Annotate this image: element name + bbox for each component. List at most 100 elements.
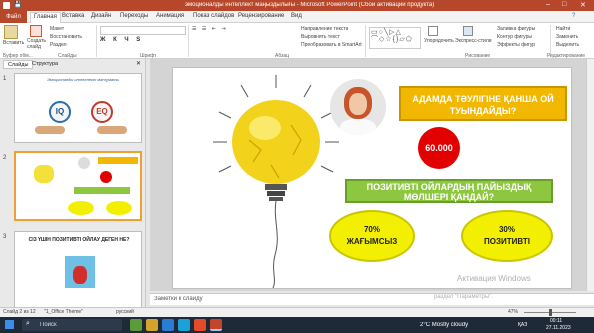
windows-start-icon[interactable]: [5, 320, 14, 329]
question-box-1[interactable]: АДАМДА ТӘУЛІГІНЕ ҚАНША ОЙ ТУЫНДАЙДЫ?: [399, 86, 567, 121]
hand-image: [35, 126, 65, 134]
slides-pane: Слайды Структура ✕ 1 Эмоционалды интелле…: [0, 59, 146, 309]
thumb-title: СІЗ ҮШІН ПОЗИТИВТІ ОЙЛАУ ДЕГЕН НЕ?: [28, 237, 130, 243]
tab-file[interactable]: Файл: [0, 11, 27, 23]
slide-canvas[interactable]: АДАМДА ТӘУЛІГІНЕ ҚАНША ОЙ ТУЫНДАЙДЫ? 60.…: [172, 67, 572, 289]
minimize-icon[interactable]: –: [546, 1, 550, 8]
ribbon-tabs: Файл Главная Вставка Дизайн Переходы Ани…: [0, 11, 594, 23]
close-pane-icon[interactable]: ✕: [136, 60, 141, 67]
tab-view[interactable]: Вид: [291, 13, 302, 19]
font-name-field[interactable]: [100, 26, 186, 35]
replace-button[interactable]: Заменить: [556, 34, 578, 40]
input-language[interactable]: ҚАЗ: [518, 322, 527, 328]
align-text-button[interactable]: Выровнять текст: [301, 34, 340, 40]
thumb-image: [65, 256, 95, 288]
tab-home[interactable]: Главная: [30, 12, 61, 23]
thumb-question-2: [74, 187, 130, 194]
activation-watermark-2: раздел "Параметры".: [434, 294, 493, 300]
woman-photo: [330, 79, 386, 135]
zoom-slider-thumb[interactable]: [549, 309, 552, 316]
new-slide-icon[interactable]: [30, 25, 42, 37]
answer-1-percent: 70%: [363, 225, 380, 234]
find-button[interactable]: Найти: [556, 26, 570, 32]
shape-outline-button[interactable]: Контур фигуры: [497, 34, 532, 40]
face-shape: [349, 93, 367, 115]
hand-image: [97, 126, 127, 134]
window-title: эмоционалды интеллект маңыздылығы - Micr…: [185, 2, 435, 8]
powerpoint-logo-icon: [3, 2, 10, 9]
shape-effects-button[interactable]: Эффекты фигур: [497, 42, 535, 48]
slide-number: 1: [3, 76, 7, 82]
arrange-button[interactable]: Упорядочить: [424, 38, 454, 44]
slide-editor: АДАМДА ТӘУЛІГІНЕ ҚАНША ОЙ ТУЫНДАЙДЫ? 60.…: [150, 59, 594, 291]
clock-time[interactable]: 00:11: [550, 318, 562, 324]
convert-smartart-button[interactable]: Преобразовать в SmartArt: [301, 42, 362, 48]
tab-transitions[interactable]: Переходы: [120, 13, 148, 19]
quick-styles-button[interactable]: Экспресс-стили: [455, 38, 492, 44]
chrome-icon[interactable]: [194, 319, 206, 331]
thumb-oval-2: [106, 201, 132, 215]
activation-watermark: Активация Windows: [457, 274, 531, 283]
text-direction-button[interactable]: Направление текста: [301, 26, 348, 32]
edge-icon[interactable]: [178, 319, 190, 331]
language-indicator[interactable]: русский: [116, 309, 134, 315]
thumb-number: [100, 171, 112, 183]
separator: [365, 25, 366, 57]
slide-number: 2: [3, 155, 7, 161]
tab-insert[interactable]: Вставка: [62, 13, 84, 19]
select-button[interactable]: Выделить: [556, 42, 579, 48]
ribbon: Вставить Создать слайд Макет Восстановит…: [0, 23, 594, 59]
search-box[interactable]: ⌕ Поиск: [22, 319, 122, 331]
tab-slideshow[interactable]: Показ слайдов: [193, 13, 234, 19]
answer-oval-2[interactable]: 30% ПОЗИТИВТІ: [461, 210, 553, 262]
taskbar: ⌕ Поиск 2°C Mostly cloudy ҚАЗ 00:11 27.1…: [0, 317, 594, 333]
list-buttons[interactable]: ☰ ☰ ⇤ ⇥: [192, 26, 228, 32]
shape-fill-button[interactable]: Заливка фигуры: [497, 26, 535, 32]
shapes-gallery[interactable]: ▭○╲▷△ ⌒◇☆{}▱⬠: [369, 27, 421, 49]
powerpoint-task-icon[interactable]: [210, 319, 222, 331]
tab-outline[interactable]: Структура: [28, 60, 62, 69]
reset-button[interactable]: Восстановить: [50, 34, 82, 40]
separator: [188, 25, 189, 57]
arrange-icon[interactable]: [428, 26, 438, 36]
task-view-icon[interactable]: [130, 319, 142, 331]
section-button[interactable]: Раздел: [50, 42, 67, 48]
answer-oval-1[interactable]: 70% ЖАҒЫМСЫЗ: [329, 210, 415, 262]
slide-thumbnail-2[interactable]: [14, 151, 142, 221]
quick-save-icon[interactable]: 💾: [14, 1, 21, 8]
lightbulb-image: [213, 75, 339, 288]
layout-button[interactable]: Макет: [50, 26, 64, 32]
paste-icon[interactable]: [4, 25, 18, 39]
question-box-2[interactable]: ПОЗИТИВТІ ОЙЛАРДЫҢ ПАЙЫЗДЫҚ МӨЛШЕРІ ҚАНД…: [345, 179, 553, 203]
lightbulb-image: [34, 165, 54, 183]
number-circle[interactable]: 60.000: [418, 127, 460, 169]
separator: [96, 25, 97, 57]
eq-circle: EQ: [91, 101, 113, 123]
font-format-buttons[interactable]: Ж К Ч S: [100, 37, 143, 43]
create-slide-button[interactable]: Создать слайд: [27, 38, 47, 50]
search-text: Поиск: [40, 322, 57, 328]
thumb-oval-1: [68, 201, 94, 215]
weather-widget[interactable]: 2°C Mostly cloudy: [420, 322, 468, 328]
word-icon[interactable]: [162, 319, 174, 331]
tab-design[interactable]: Дизайн: [91, 13, 111, 19]
close-icon[interactable]: ✕: [580, 1, 586, 9]
help-icon[interactable]: ?: [572, 13, 575, 19]
tab-animation[interactable]: Анимация: [156, 13, 184, 19]
woman-photo: [78, 157, 90, 169]
quick-styles-icon[interactable]: [463, 26, 473, 36]
iq-circle: IQ: [49, 101, 71, 123]
clock-date[interactable]: 27.11.2023: [546, 325, 571, 331]
maximize-icon[interactable]: □: [562, 1, 566, 8]
slide-counter: Слайд 2 из 12: [3, 309, 36, 315]
paste-button[interactable]: Вставить: [3, 40, 24, 46]
notes-pane[interactable]: Заметки к слайду раздел "Параметры".: [150, 293, 594, 305]
notes-placeholder: Заметки к слайду: [154, 296, 203, 302]
slide-thumbnail-1[interactable]: Эмоционалды интеллект мағлұматы IQ EQ: [14, 73, 142, 143]
zoom-level[interactable]: 47%: [508, 309, 518, 315]
tab-review[interactable]: Рецензирование: [238, 13, 284, 19]
vertical-scrollbar[interactable]: [586, 59, 594, 291]
shirt-shape: [340, 119, 376, 135]
file-explorer-icon[interactable]: [146, 319, 158, 331]
slide-thumbnail-3[interactable]: СІЗ ҮШІН ПОЗИТИВТІ ОЙЛАУ ДЕГЕН НЕ?: [14, 231, 142, 309]
